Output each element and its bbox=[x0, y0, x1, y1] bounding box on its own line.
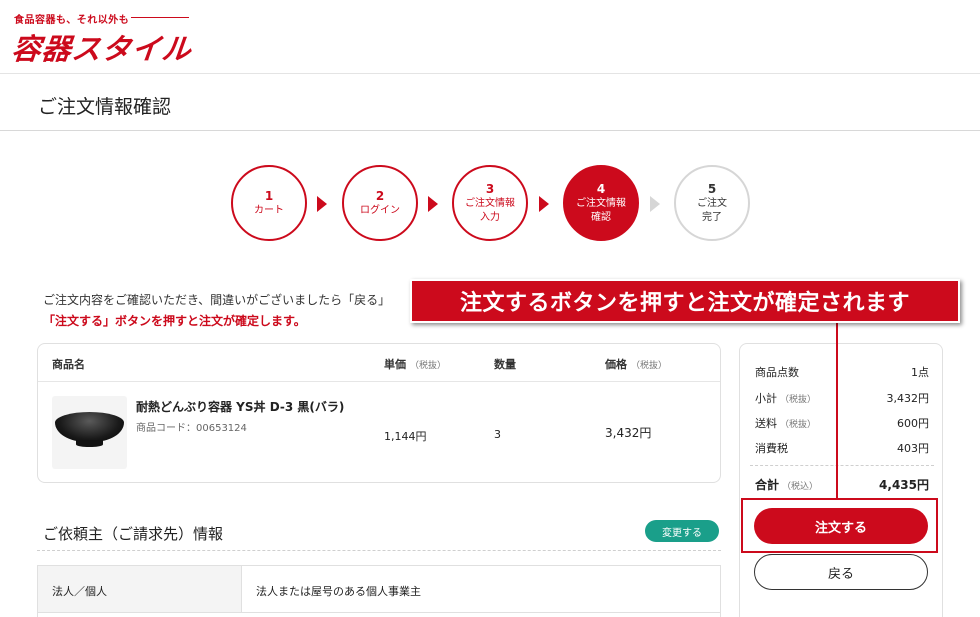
header-product-name: 商品名 bbox=[52, 358, 85, 371]
header-price: 価格 （税抜） bbox=[605, 358, 668, 371]
site-tagline: 食品容器も、それ以外も bbox=[14, 15, 130, 26]
step-label: ご注文情報 bbox=[576, 198, 626, 209]
step-arrow-icon bbox=[539, 196, 549, 212]
back-button[interactable]: 戻る bbox=[754, 554, 928, 590]
site-logo[interactable]: 容器スタイル bbox=[10, 26, 194, 68]
bowl-image bbox=[55, 412, 124, 442]
intro-line-1: ご注文内容をご確認いただき、間違いがございましたら「戻る」 bbox=[43, 293, 391, 307]
info-label-cell: 法人／個人 bbox=[38, 566, 242, 612]
summary-tax: 消費税 403円 bbox=[755, 440, 929, 456]
header-quantity: 数量 bbox=[494, 358, 516, 371]
row-divider bbox=[38, 612, 720, 613]
summary-divider bbox=[750, 465, 934, 466]
summary-label: 送料 （税抜） bbox=[755, 417, 817, 430]
summary-item-count: 商品点数 1点 bbox=[755, 364, 929, 380]
step-number: 2 bbox=[375, 189, 385, 203]
tagline-divider bbox=[131, 17, 189, 18]
cart-table: 商品名 単価 （税抜） 数量 価格 （税抜） 耐熱どんぶり容器 YS丼 D-3 黒(… bbox=[37, 343, 721, 483]
bowl-base bbox=[76, 440, 103, 447]
step-label: ご注文情報 bbox=[465, 198, 515, 209]
step-label-line2: 確認 bbox=[591, 212, 611, 223]
step-number: 4 bbox=[596, 182, 606, 196]
step-label: カート bbox=[254, 205, 284, 216]
step-order-complete: 5 ご注文 完了 bbox=[674, 165, 750, 241]
step-number: 3 bbox=[485, 182, 495, 196]
summary-value: 1点 bbox=[911, 366, 929, 379]
step-label-line2: 完了 bbox=[702, 212, 722, 223]
summary-value: 4,435円 bbox=[879, 478, 929, 492]
summary-value: 403円 bbox=[897, 442, 929, 455]
section-divider bbox=[37, 550, 721, 551]
site-header: 食品容器も、それ以外も 容器スタイル bbox=[0, 0, 980, 74]
product-image bbox=[52, 396, 127, 469]
summary-label: 消費税 bbox=[755, 442, 788, 455]
step-arrow-icon bbox=[317, 196, 327, 212]
unit-price: 1,144円 bbox=[384, 430, 427, 443]
step-arrow-icon bbox=[428, 196, 438, 212]
step-number: 1 bbox=[264, 189, 274, 203]
line-price: 3,432円 bbox=[605, 426, 652, 440]
summary-subtotal: 小計 （税抜） 3,432円 bbox=[755, 390, 929, 406]
checkout-steps: 1 カート 2 ログイン 3 ご注文情報 入力 4 ご注文情報 確認 5 ご注文… bbox=[0, 165, 980, 245]
requester-section-title: ご依頼主（ご請求先）情報 bbox=[43, 525, 224, 543]
cart-table-header: 商品名 単価 （税抜） 数量 価格 （税抜） bbox=[38, 344, 720, 382]
summary-value: 600円 bbox=[897, 417, 929, 430]
summary-label: 小計 （税抜） bbox=[755, 392, 817, 405]
step-order-confirm: 4 ご注文情報 確認 bbox=[563, 165, 639, 241]
product-name[interactable]: 耐熱どんぶり容器 YS丼 D-3 黒(バラ) bbox=[136, 398, 344, 415]
quantity: 3 bbox=[494, 428, 501, 441]
step-login: 2 ログイン bbox=[342, 165, 418, 241]
step-label: ご注文 bbox=[697, 198, 727, 209]
page-title: ご注文情報確認 bbox=[38, 96, 172, 118]
intro-text: ご注文内容をご確認いただき、間違いがございましたら「戻る」 「注文する」ボタンを… bbox=[43, 290, 390, 332]
step-order-input: 3 ご注文情報 入力 bbox=[452, 165, 528, 241]
summary-total: 合計 （税込） 4,435円 bbox=[755, 476, 929, 492]
header-unit-price: 単価 （税抜） bbox=[384, 358, 447, 371]
edit-requester-button[interactable]: 変更する bbox=[645, 520, 719, 542]
summary-label: 商品点数 bbox=[755, 366, 799, 379]
summary-label: 合計 （税込） bbox=[755, 478, 819, 492]
page-title-bar: ご注文情報確認 bbox=[0, 75, 980, 131]
step-arrow-icon bbox=[650, 196, 660, 212]
product-code: 商品コード：00653124 bbox=[136, 423, 247, 434]
summary-value: 3,432円 bbox=[886, 392, 930, 405]
intro-warning: 「注文する」ボタンを押すと注文が確定します。 bbox=[43, 314, 306, 328]
callout-pointer-line bbox=[836, 323, 838, 498]
info-label: 法人／個人 bbox=[52, 585, 107, 598]
place-order-button[interactable]: 注文する bbox=[754, 508, 928, 544]
callout-annotation: 注文するボタンを押すと注文が確定されます bbox=[410, 279, 960, 323]
step-label: ログイン bbox=[360, 205, 400, 216]
summary-shipping: 送料 （税抜） 600円 bbox=[755, 415, 929, 431]
step-cart: 1 カート bbox=[231, 165, 307, 241]
info-value: 法人または屋号のある個人事業主 bbox=[256, 585, 421, 598]
requester-info-table: 法人／個人 法人または屋号のある個人事業主 bbox=[37, 565, 721, 617]
step-label-line2: 入力 bbox=[480, 212, 500, 223]
step-number: 5 bbox=[707, 182, 717, 196]
